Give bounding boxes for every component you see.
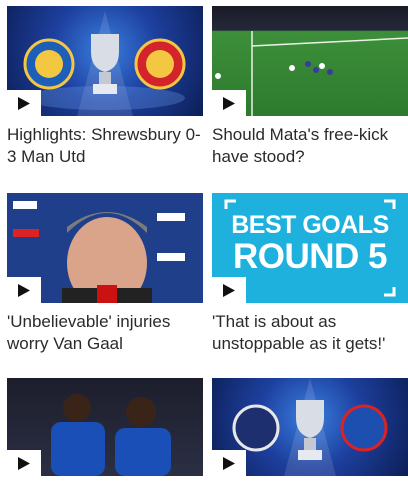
video-card[interactable]: BEST GOALS ROUND 5 'That is about as uns… <box>212 193 408 355</box>
video-card[interactable] <box>7 378 203 484</box>
video-thumbnail[interactable]: BEST GOALS ROUND 5 <box>212 193 408 303</box>
play-icon <box>18 96 30 110</box>
best-goals-caption: BEST GOALS ROUND 5 <box>212 211 408 275</box>
video-card[interactable]: Highlights: Shrewsbury 0-3 Man Utd <box>7 6 203 168</box>
play-icon <box>223 456 235 470</box>
play-icon-container[interactable] <box>7 277 41 303</box>
play-icon <box>223 283 235 297</box>
video-title[interactable]: 'Unbelievable' injuries worry Van Gaal <box>7 311 203 355</box>
play-icon <box>223 96 235 110</box>
video-thumbnail[interactable] <box>7 378 203 476</box>
play-icon-container[interactable] <box>212 277 246 303</box>
video-thumbnail[interactable] <box>212 6 408 116</box>
video-thumbnail[interactable] <box>7 6 203 116</box>
video-card[interactable] <box>212 378 408 484</box>
video-card[interactable]: 'Unbelievable' injuries worry Van Gaal <box>7 193 203 355</box>
video-title[interactable]: Should Mata's free-kick have stood? <box>212 124 408 168</box>
video-thumbnail[interactable] <box>212 378 408 476</box>
video-card[interactable]: Should Mata's free-kick have stood? <box>212 6 408 168</box>
play-icon-container[interactable] <box>7 90 41 116</box>
play-icon-container[interactable] <box>7 450 41 476</box>
video-title[interactable]: Highlights: Shrewsbury 0-3 Man Utd <box>7 124 203 168</box>
play-icon <box>18 456 30 470</box>
best-goals-line1: BEST GOALS <box>231 211 389 239</box>
best-goals-line2: ROUND 5 <box>232 237 388 276</box>
video-grid: Highlights: Shrewsbury 0-3 Man Utd Shoul… <box>0 0 408 476</box>
play-icon-container[interactable] <box>212 450 246 476</box>
video-title[interactable]: 'That is about as unstoppable as it gets… <box>212 311 408 355</box>
play-icon-container[interactable] <box>212 90 246 116</box>
play-icon <box>18 283 30 297</box>
video-thumbnail[interactable] <box>7 193 203 303</box>
